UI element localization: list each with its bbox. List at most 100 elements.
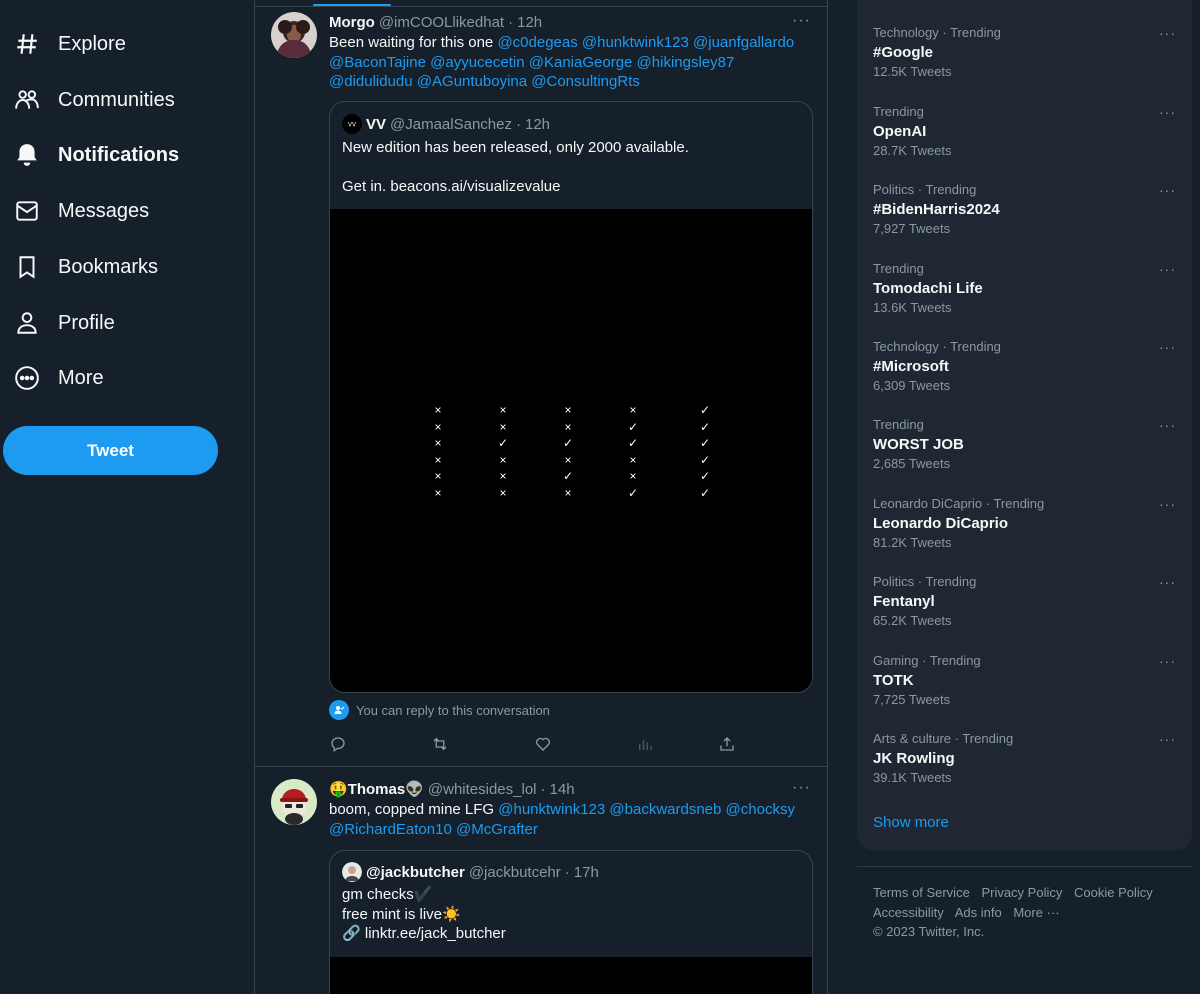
footer-link-ads-info[interactable]: Ads info	[955, 905, 1002, 920]
mention[interactable]: @chocksy	[726, 801, 795, 818]
mention[interactable]: @hunktwink123	[498, 801, 605, 818]
footer-link-accessibility[interactable]: Accessibility	[873, 905, 944, 920]
mention[interactable]: @AGuntuboyina	[417, 73, 527, 90]
mention[interactable]: @BaconTajine	[329, 54, 426, 71]
nav-item-messages[interactable]: Messages	[12, 191, 149, 231]
more-options-icon[interactable]: ···	[1159, 496, 1176, 512]
trend-name: JK Rowling	[873, 750, 955, 767]
retweet-icon[interactable]	[431, 735, 451, 755]
nav-item-more[interactable]: More	[12, 358, 104, 398]
money-face-emoji: 🤑	[329, 781, 348, 798]
quote-media-image[interactable]: × × × × × × × × ✓ × × × × × ✓ × ✓ × × ✓ ✓ × × ✓ ✓ ✓ ✓ ✓ ✓ ✓	[330, 209, 812, 692]
trend-item[interactable]: Leonardo DiCaprio · Trending Leonardo Di…	[873, 496, 1176, 566]
more-options-icon[interactable]: ···	[1159, 653, 1176, 669]
quote-line-text: free mint is live	[342, 905, 443, 923]
mention[interactable]: @ayyucecetin	[430, 54, 524, 71]
nav-item-communities[interactable]: Communities	[12, 80, 175, 120]
trend-item[interactable]: Technology · Trending #Google 12.5K Twee…	[873, 25, 1176, 95]
quote-text-line: New edition has been released, only 2000…	[342, 139, 689, 156]
timestamp[interactable]: 12h	[517, 14, 542, 31]
trend-item[interactable]: Arts & culture · Trending JK Rowling 39.…	[873, 731, 1176, 801]
x-mark: ×	[499, 485, 507, 500]
quote-header: VV VV @JamaalSanchez · 12h	[342, 114, 800, 134]
trend-count: 81.2K Tweets	[873, 535, 952, 550]
link-emoji: 🔗	[342, 925, 361, 942]
more-options-icon[interactable]: ···	[792, 779, 811, 797]
trend-name: #Microsoft	[873, 358, 949, 375]
tweet-button[interactable]: Tweet	[3, 426, 218, 475]
display-name[interactable]: 🤑Thomas👽	[329, 780, 424, 798]
display-name[interactable]: Morgo	[329, 14, 375, 31]
mention[interactable]: @KaniaGeorge	[529, 54, 633, 71]
timestamp[interactable]: 14h	[550, 781, 575, 798]
nav-item-bookmarks[interactable]: Bookmarks	[12, 247, 158, 287]
nav-item-notifications[interactable]: Notifications	[12, 135, 179, 175]
more-options-icon[interactable]: ···	[1159, 417, 1176, 433]
quote-link[interactable]: linktr.ee/jack_butcher	[365, 925, 506, 942]
trend-item[interactable]: Trending OpenAI 28.7K Tweets ···	[873, 104, 1176, 174]
mention[interactable]: @juanfgallardo	[693, 34, 794, 51]
timeline[interactable]: Morgo @imCOOLlikedhat · 12h ··· Been wai…	[254, 0, 828, 994]
check-mark: ✓	[497, 436, 509, 450]
quote-media-image[interactable]	[330, 957, 812, 994]
check-mark: ✓	[562, 469, 574, 483]
reply-icon[interactable]	[329, 735, 349, 755]
avatar[interactable]	[271, 12, 317, 58]
tweet-text: Been waiting for this one @c0degeas @hun…	[329, 33, 811, 92]
more-options-icon[interactable]: ···	[1159, 25, 1176, 41]
quoted-tweet[interactable]: VV VV @JamaalSanchez · 12h New edition h…	[329, 101, 813, 693]
nav-item-profile[interactable]: Profile	[12, 303, 115, 343]
footer-link-terms[interactable]: Terms of Service	[873, 885, 970, 900]
share-icon[interactable]	[718, 735, 738, 755]
trend-item[interactable]: Technology · Trending #Microsoft 6,309 T…	[873, 339, 1176, 409]
trend-item[interactable]: Politics · Trending Fentanyl 65.2K Tweet…	[873, 574, 1176, 644]
more-options-icon[interactable]: ···	[1159, 261, 1176, 277]
avatar[interactable]	[271, 779, 317, 825]
check-mark: ✓	[627, 436, 639, 450]
check-mark: ✓	[562, 436, 574, 450]
trend-context: Gaming · Trending	[873, 653, 981, 668]
handle[interactable]: @whitesides_lol	[428, 781, 537, 798]
quote-text-line: Get in. beacons.ai/visualizevalue	[342, 177, 561, 195]
quote-timestamp: 17h	[573, 863, 599, 881]
more-options-icon[interactable]: ···	[1159, 104, 1176, 120]
mention[interactable]: @McGrafter	[456, 821, 538, 838]
mention[interactable]: @RichardEaton10	[329, 821, 452, 838]
more-options-icon[interactable]: ···	[1159, 182, 1176, 198]
mention[interactable]: @ConsultingRts	[531, 73, 640, 90]
more-options-icon[interactable]: ···	[1159, 731, 1176, 747]
left-navigation: Explore Communities Notifications Messag…	[0, 0, 255, 994]
nav-item-explore[interactable]: Explore	[12, 24, 126, 64]
handle[interactable]: @imCOOLlikedhat	[379, 14, 504, 31]
quote-text-line: gm checks✔️	[342, 885, 800, 905]
mention[interactable]: @c0degeas	[497, 34, 577, 51]
more-options-icon[interactable]: ···	[792, 12, 811, 30]
more-options-icon[interactable]: ···	[1159, 339, 1176, 355]
tweet[interactable]: 🤑Thomas👽 @whitesides_lol · 14h ··· boom,…	[255, 767, 827, 994]
quote-handle: @JamaalSanchez	[390, 115, 512, 133]
display-name-text: Thomas	[347, 781, 406, 798]
x-mark: ×	[564, 452, 572, 467]
x-mark: ×	[434, 419, 442, 434]
trend-name: WORST JOB	[873, 436, 964, 453]
nav-label: More	[58, 366, 104, 389]
trend-item[interactable]: Trending WORST JOB 2,685 Tweets ···	[873, 417, 1176, 487]
like-icon[interactable]	[534, 735, 554, 755]
quote-avatar	[342, 862, 362, 882]
mention[interactable]: @hunktwink123	[582, 34, 689, 51]
more-options-icon[interactable]: ···	[1159, 574, 1176, 590]
separator: ·	[515, 115, 521, 133]
trend-item[interactable]: Gaming · Trending TOTK 7,725 Tweets ···	[873, 653, 1176, 723]
mention[interactable]: @backwardsneb	[609, 801, 721, 818]
footer-link-more[interactable]: More ···	[1013, 905, 1059, 920]
mention[interactable]: @didulidudu	[329, 73, 413, 90]
tweet[interactable]: Morgo @imCOOLlikedhat · 12h ··· Been wai…	[255, 7, 827, 766]
quoted-tweet[interactable]: @jackbutcher @jackbutcehr · 17h gm check…	[329, 850, 813, 994]
trend-item[interactable]: Trending Tomodachi Life 13.6K Tweets ···	[873, 261, 1176, 331]
footer-link-cookies[interactable]: Cookie Policy	[1074, 885, 1153, 900]
footer-link-privacy[interactable]: Privacy Policy	[981, 885, 1062, 900]
mention[interactable]: @hikingsley87	[637, 54, 735, 71]
trend-item[interactable]: Politics · Trending #BidenHarris2024 7,9…	[873, 182, 1176, 252]
show-more-link[interactable]: Show more	[873, 814, 949, 831]
views-icon[interactable]	[636, 735, 656, 755]
